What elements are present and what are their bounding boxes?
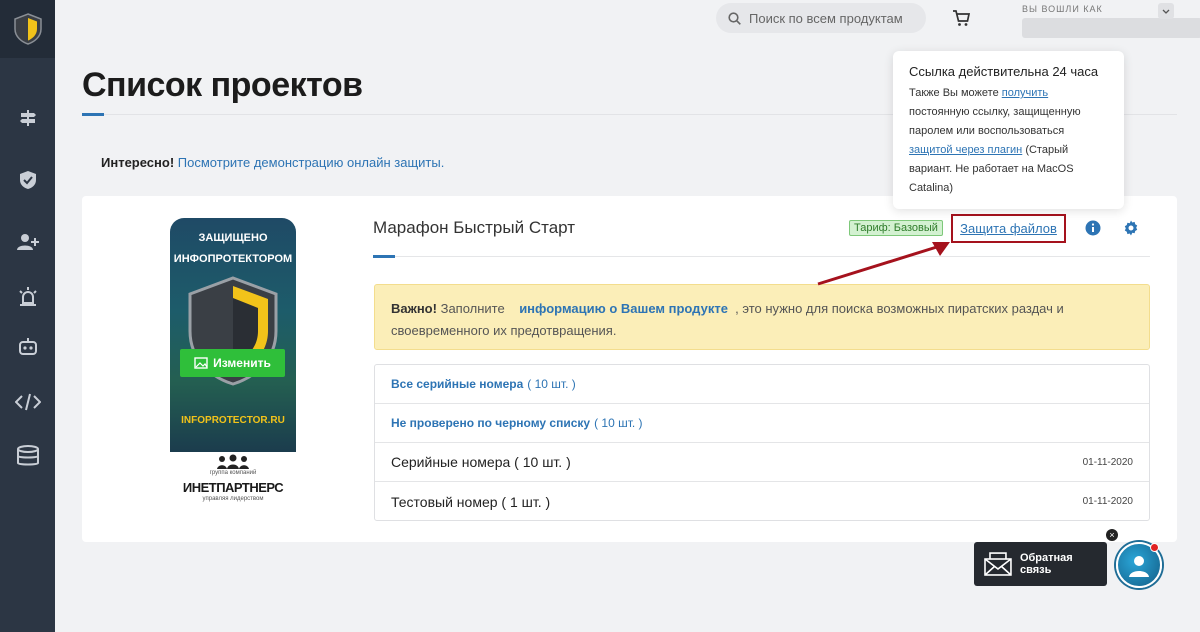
cover-site: INFOPROTECTOR.RU [181, 415, 285, 426]
title-accent [82, 113, 104, 116]
list-item[interactable]: Все серийные номера ( 10 шт. ) [375, 365, 1149, 404]
partner-logo: группа компаний ИНЕТПАРТНЕРС управляя ли… [174, 452, 292, 508]
sidebar-item-protection[interactable] [0, 160, 55, 200]
search-box[interactable] [716, 3, 926, 33]
project-name: Марафон Быстрый Старт [373, 218, 576, 237]
tooltip-body: Также Вы можете получить постоянную ссыл… [909, 84, 1108, 198]
project-accent [373, 255, 395, 258]
sidebar-item-alerts[interactable] [0, 276, 55, 316]
tariff-badge: Тариф: Базовый [849, 220, 943, 236]
sidebar [0, 0, 55, 632]
partner-bottom-text: управляя лидерством [202, 496, 264, 502]
unchecked-blacklist-link[interactable]: Не проверено по черному списку [391, 416, 590, 430]
feedback-label: Обратная связь [1019, 552, 1073, 576]
warning-bold: Важно! [391, 301, 437, 316]
sidebar-item-robot[interactable] [0, 326, 55, 366]
list-item[interactable]: Тестовый номер ( 1 шт. ) 01-11-2020 [375, 482, 1149, 521]
change-image-label: Изменить [213, 356, 271, 370]
cover-line-1: ЗАЩИЩЕНО [198, 232, 268, 244]
tooltip-text-2: постоянную ссылку, защищенную паролем ил… [909, 106, 1081, 137]
partner-people-icon [217, 454, 249, 469]
database-icon [16, 445, 39, 466]
demo-notice-bold: Интересно! [101, 155, 175, 170]
demo-notice: Интересно! Посмотрите демонстрацию онлай… [101, 155, 444, 170]
sidebar-item-code[interactable] [0, 382, 55, 422]
info-icon [1085, 220, 1101, 236]
image-icon [194, 357, 208, 369]
search-input[interactable] [749, 10, 919, 26]
feedback-close-button[interactable]: × [1106, 529, 1118, 541]
tooltip-text-1: Также Вы можете [909, 87, 999, 99]
shield-check-icon [19, 171, 36, 189]
serial-numbers-date: 01-11-2020 [1082, 456, 1133, 468]
plugin-protection-link[interactable]: защитой через плагин [909, 144, 1022, 156]
sidebar-item-database[interactable] [0, 436, 55, 476]
annotation-arrow [817, 242, 950, 286]
partner-top-text: группа компаний [209, 470, 257, 476]
search-icon [728, 11, 741, 25]
chevron-down-icon [1162, 9, 1170, 14]
alarm-light-icon [18, 287, 37, 306]
page-title: Списoк проектов [82, 66, 363, 104]
test-number-label: Тестовый номер ( 1 шт. ) [391, 493, 551, 510]
all-serials-count: ( 10 шт. ) [527, 377, 576, 391]
cart-icon [953, 10, 971, 26]
notification-dot [1150, 543, 1159, 552]
project-card: ЗАЩИЩЕНО ИНФОПРОТЕКТОРОМ Изменить INFOPR… [82, 196, 1177, 542]
sidebar-item-add-user[interactable] [0, 222, 55, 262]
demo-link[interactable]: Посмотрите демонстрацию онлайн защиты. [178, 155, 445, 170]
code-icon [14, 393, 41, 411]
all-serials-link[interactable]: Все серийные номера [391, 377, 523, 391]
shield-logo-icon [13, 13, 42, 45]
operator-icon [1129, 556, 1149, 577]
serials-list: Все серийные номера ( 10 шт. ) Не провер… [374, 364, 1150, 521]
logged-in-label: ВЫ ВОШЛИ КАК [1022, 4, 1103, 14]
info-button[interactable] [1085, 220, 1101, 241]
protect-files-link[interactable]: Защита файлов [960, 221, 1057, 236]
sidebar-item-signpost[interactable] [0, 98, 55, 138]
gear-icon [1124, 220, 1138, 236]
partner-name: ИНЕТПАРТНЕРС [182, 480, 284, 495]
protect-files-highlight: Защита файлов [951, 214, 1066, 243]
envelope-icon [984, 552, 1012, 576]
cart-button[interactable] [952, 10, 971, 32]
warning-box: Важно! Заполните информацию о Вашем прод… [374, 284, 1150, 350]
signpost-icon [19, 110, 36, 126]
change-image-button[interactable]: Изменить [180, 349, 285, 377]
get-link[interactable]: получить [1002, 87, 1048, 99]
list-item[interactable]: Серийные номера ( 10 шт. ) 01-11-2020 [375, 443, 1149, 482]
app-logo[interactable] [0, 0, 55, 58]
serial-numbers-label: Серийные номера ( 10 шт. ) [391, 454, 571, 470]
tooltip-heading: Ссылка действительна 24 часа [909, 64, 1099, 79]
robot-icon [18, 338, 37, 355]
list-item[interactable]: Не проверено по черному списку ( 10 шт. … [375, 404, 1149, 443]
link-tooltip: Ссылка действительна 24 часа Также Вы мо… [893, 51, 1124, 209]
product-cover: ЗАЩИЩЕНО ИНФОПРОТЕКТОРОМ Изменить INFOPR… [170, 218, 296, 452]
settings-button[interactable] [1123, 220, 1139, 241]
add-user-icon [16, 234, 39, 250]
user-name-blurred [1022, 18, 1200, 38]
user-menu-toggle[interactable] [1158, 3, 1174, 19]
feedback-button[interactable]: Обратная связь [974, 542, 1107, 586]
project-divider [373, 256, 1150, 257]
warning-pre: Заполните [440, 301, 505, 316]
topbar: ВЫ ВОШЛИ КАК [55, 0, 1200, 40]
test-number-date: 01-11-2020 [1082, 496, 1133, 507]
unchecked-blacklist-count: ( 10 шт. ) [594, 416, 643, 430]
product-info-link[interactable]: информацию о Вашем продукте [519, 301, 728, 316]
cover-line-2: ИНФОПРОТЕКТОРОМ [173, 253, 293, 265]
